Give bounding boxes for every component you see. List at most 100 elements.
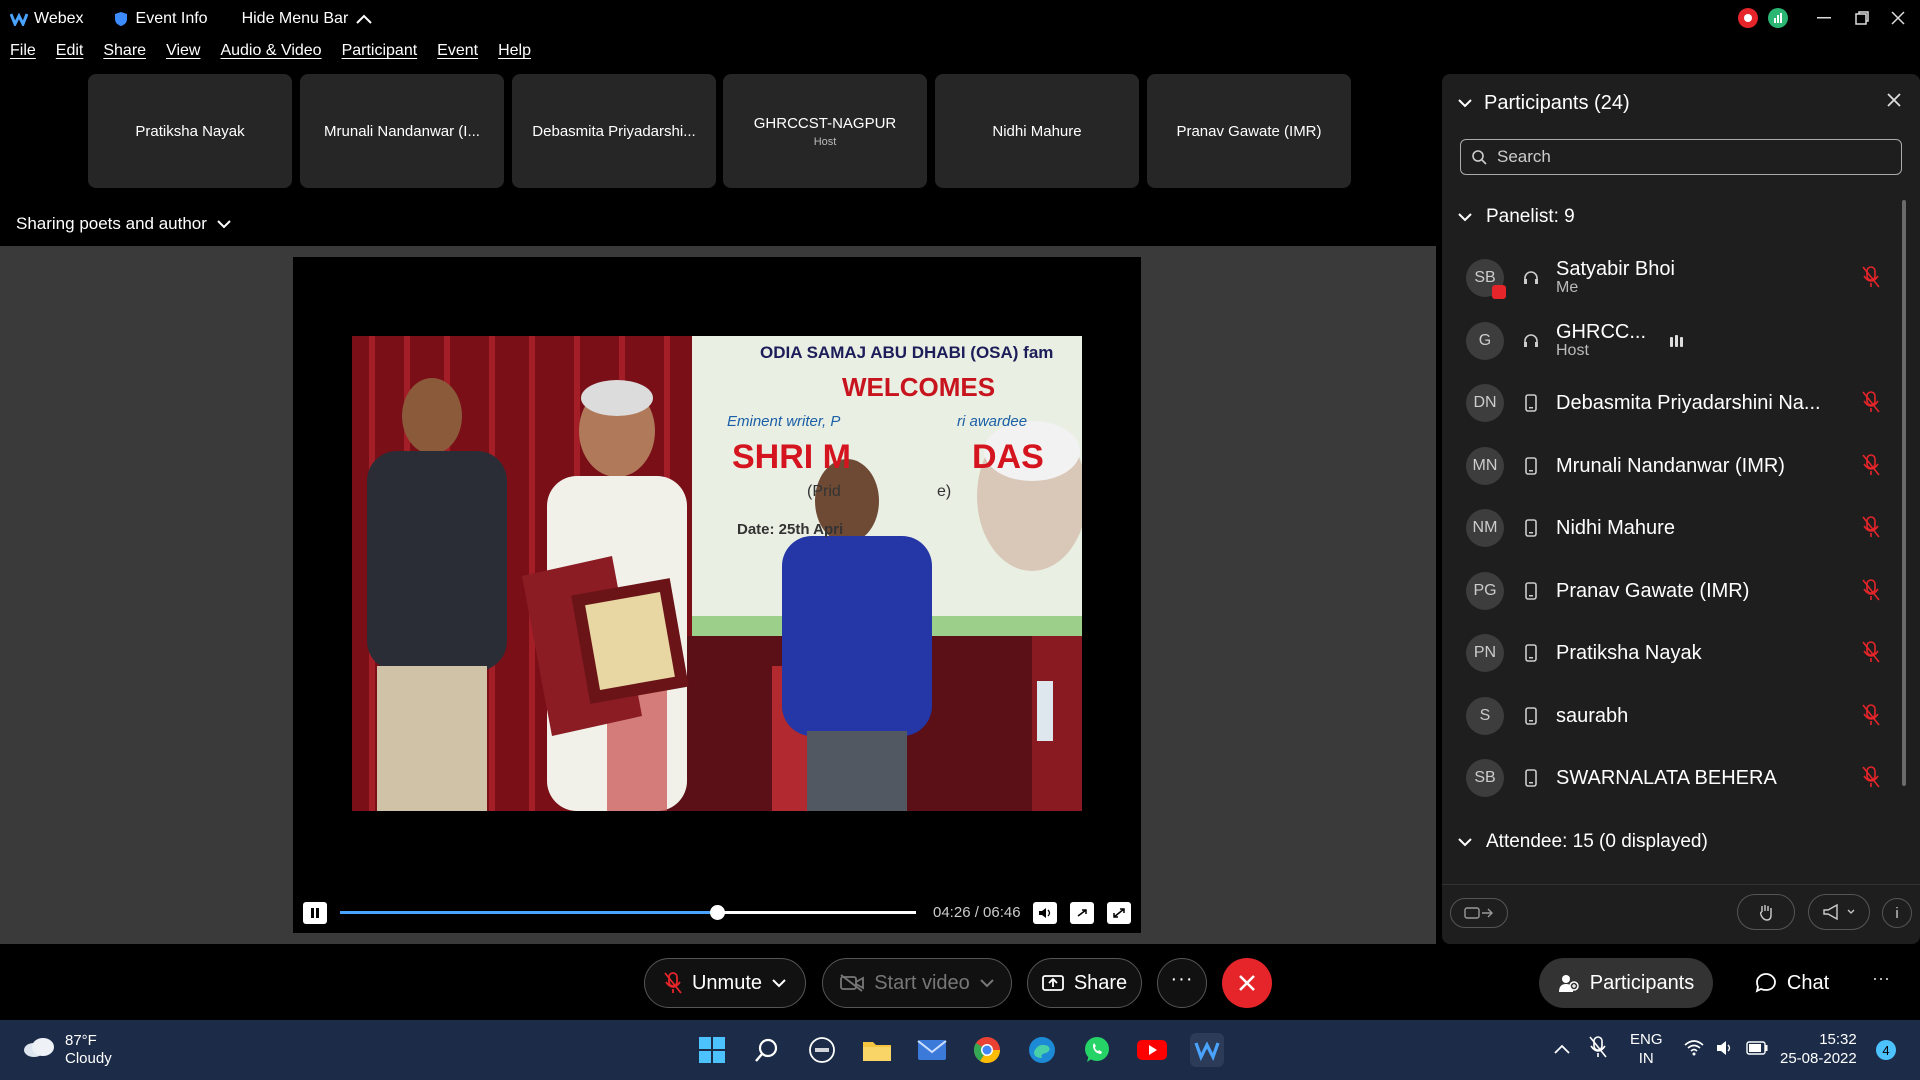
phone-icon: [1520, 519, 1542, 537]
whatsapp-button[interactable]: [1080, 1033, 1114, 1067]
mic-muted-icon[interactable]: [1862, 766, 1880, 788]
mic-status-button[interactable]: [1588, 1036, 1608, 1063]
edge-button[interactable]: [1025, 1033, 1059, 1067]
close-window-button[interactable]: [1880, 4, 1916, 32]
more-options-button[interactable]: ···: [1157, 958, 1207, 1008]
minimize-button[interactable]: [1806, 4, 1842, 32]
menu-participant[interactable]: Participant: [342, 42, 418, 70]
show-hidden-icons-button[interactable]: [1554, 1041, 1570, 1059]
participants-button[interactable]: Participants: [1539, 958, 1713, 1008]
notification-badge[interactable]: 4: [1876, 1040, 1896, 1060]
pause-button[interactable]: [303, 902, 327, 924]
banner-text-prid-end: e): [937, 483, 951, 500]
close-icon: [1887, 93, 1901, 107]
share-button[interactable]: Share: [1027, 958, 1142, 1008]
list-item[interactable]: SB SWARNALATA BEHERA: [1466, 753, 1896, 803]
fullscreen-button[interactable]: [1107, 902, 1131, 924]
tile-name: Nidhi Mahure: [992, 122, 1082, 140]
mic-muted-icon[interactable]: [1862, 704, 1880, 726]
language-indicator[interactable]: ENG IN: [1630, 1031, 1663, 1069]
list-item[interactable]: G GHRCC... Host: [1466, 316, 1896, 366]
webex-taskbar-button[interactable]: [1190, 1033, 1224, 1067]
mic-muted-icon[interactable]: [1862, 391, 1880, 413]
list-item[interactable]: NM Nidhi Mahure: [1466, 503, 1896, 553]
mic-muted-icon[interactable]: [1862, 641, 1880, 663]
unmute-button[interactable]: Unmute: [644, 958, 806, 1008]
chat-button[interactable]: Chat: [1736, 958, 1848, 1008]
sharing-label: Sharing poets and author: [16, 214, 207, 233]
menu-share[interactable]: Share: [103, 42, 146, 70]
menu-bar: File Edit Share View Audio & Video Parti…: [0, 42, 541, 70]
list-item[interactable]: PN Pratiksha Nayak: [1466, 628, 1896, 678]
attendee-section-header[interactable]: Attendee: 15 (0 displayed): [1458, 831, 1708, 853]
menu-edit[interactable]: Edit: [56, 42, 84, 70]
record-status-icon[interactable]: [1738, 8, 1758, 28]
mic-muted-icon[interactable]: [1862, 516, 1880, 538]
panel-scrollbar[interactable]: [1902, 188, 1908, 882]
tile-name: Mrunali Nandanwar (I...: [324, 122, 480, 140]
move-to-stage-button[interactable]: [1450, 898, 1508, 928]
list-item[interactable]: SB Satyabir Bhoi Me: [1466, 253, 1896, 303]
participant-name: GHRCC...: [1556, 321, 1646, 344]
video-tile[interactable]: GHRCCST-NAGPUR Host: [723, 74, 927, 188]
participant-name: Pranav Gawate (IMR): [1556, 579, 1750, 602]
banner-text-date: Date: 25th Apri: [737, 521, 843, 538]
weather-widget[interactable]: 87°F Cloudy: [65, 1032, 112, 1068]
info-button[interactable]: i: [1882, 898, 1912, 928]
start-video-button[interactable]: Start video: [822, 958, 1012, 1008]
clock[interactable]: 15:32 25-08-2022: [1780, 1031, 1857, 1069]
menu-event[interactable]: Event: [437, 42, 478, 70]
progress-scrubber[interactable]: [710, 905, 726, 920]
menu-file[interactable]: File: [10, 42, 36, 70]
restore-button[interactable]: [1844, 4, 1880, 32]
list-item[interactable]: MN Mrunali Nandanwar (IMR): [1466, 441, 1896, 491]
region-code: IN: [1638, 1049, 1654, 1067]
menu-audio-video[interactable]: Audio & Video: [220, 42, 321, 70]
pip-button[interactable]: [1070, 902, 1094, 924]
video-tile[interactable]: Nidhi Mahure: [935, 74, 1139, 188]
folder-icon: [863, 1042, 891, 1061]
mic-muted-icon[interactable]: [1862, 579, 1880, 601]
list-item[interactable]: PG Pranav Gawate (IMR): [1466, 566, 1896, 616]
panel-more-button[interactable]: ···: [1866, 968, 1896, 998]
mail-button[interactable]: [915, 1033, 949, 1067]
dell-app-button[interactable]: [805, 1033, 839, 1067]
file-explorer-button[interactable]: [860, 1033, 894, 1067]
panelist-section-header[interactable]: Panelist: 9: [1458, 206, 1575, 228]
expand-icon: [1113, 908, 1125, 918]
network-health-icon[interactable]: [1768, 8, 1788, 28]
close-panel-button[interactable]: [1886, 92, 1902, 113]
chevron-up-icon: [356, 14, 372, 24]
video-tile[interactable]: Pranav Gawate (IMR): [1147, 74, 1351, 188]
mic-muted-icon[interactable]: [1862, 266, 1880, 288]
progress-bar[interactable]: [340, 905, 916, 920]
video-tile[interactable]: Debasmita Priyadarshi...: [512, 74, 716, 188]
clock-time: 15:32: [1819, 1031, 1857, 1048]
webex-logo-icon: [10, 12, 28, 26]
list-item[interactable]: DN Debasmita Priyadarshini Na...: [1466, 378, 1896, 428]
menu-view[interactable]: View: [166, 42, 200, 70]
participant-name: SWARNALATA BEHERA: [1556, 766, 1777, 789]
video-tile[interactable]: Mrunali Nandanwar (I...: [300, 74, 504, 188]
youtube-button[interactable]: [1135, 1033, 1169, 1067]
raise-hand-button[interactable]: [1737, 894, 1795, 930]
video-tile[interactable]: Pratiksha Nayak: [88, 74, 292, 188]
reactions-button[interactable]: [1808, 894, 1870, 930]
edge-icon: [1029, 1037, 1055, 1063]
search-taskbar-button[interactable]: [750, 1033, 784, 1067]
event-info-button[interactable]: Event Info: [114, 10, 208, 28]
panel-header[interactable]: Participants (24): [1458, 92, 1630, 115]
hide-menu-bar-button[interactable]: Hide Menu Bar: [242, 10, 373, 28]
cloud-icon[interactable]: [22, 1036, 56, 1058]
chrome-button[interactable]: [970, 1033, 1004, 1067]
leave-meeting-button[interactable]: [1222, 958, 1272, 1008]
system-tray[interactable]: [1684, 1040, 1768, 1056]
menu-help[interactable]: Help: [498, 42, 531, 70]
volume-button[interactable]: [1033, 902, 1057, 924]
list-item[interactable]: S saurabh: [1466, 691, 1896, 741]
search-input[interactable]: Search: [1460, 139, 1902, 175]
mic-muted-icon[interactable]: [1862, 454, 1880, 476]
sharing-dropdown[interactable]: Sharing poets and author: [16, 214, 231, 234]
dell-logo-icon: [809, 1037, 835, 1063]
start-button[interactable]: [695, 1033, 729, 1067]
